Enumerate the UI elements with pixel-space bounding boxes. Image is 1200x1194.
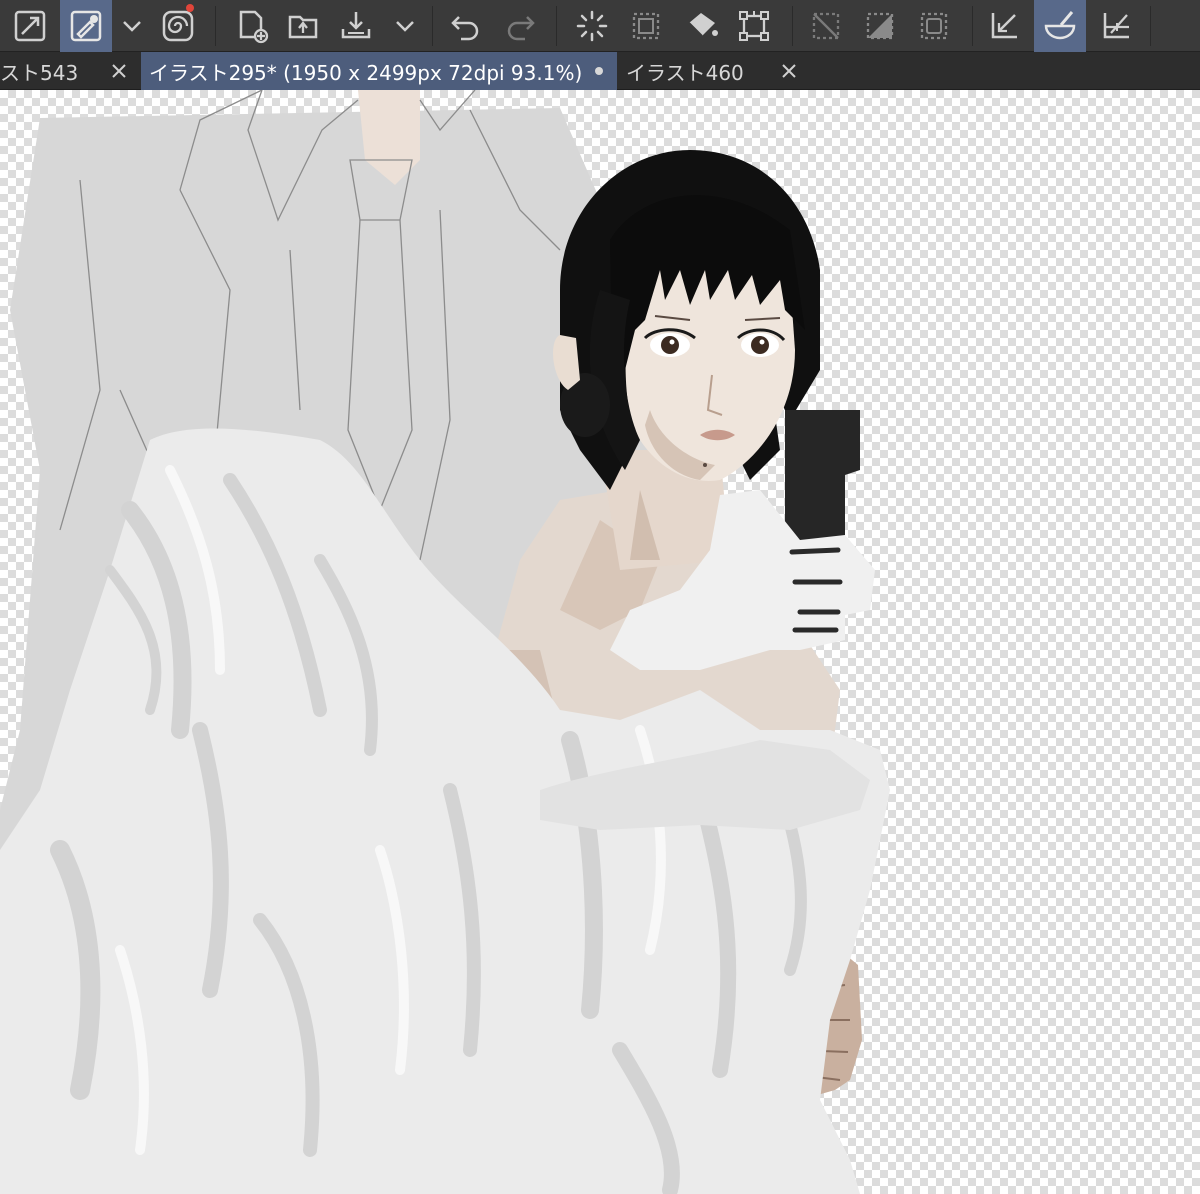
toolbar-divider	[1150, 6, 1151, 46]
resize-icon[interactable]	[4, 0, 56, 52]
tab-label: イラスト295* (1950 x 2499px 72dpi 93.1%)	[149, 60, 583, 85]
toolbar-divider	[972, 6, 973, 46]
toolbar-divider	[792, 6, 793, 46]
tab-illust-543[interactable]: スト543	[0, 52, 140, 90]
open-folder-icon[interactable]	[278, 0, 330, 52]
illustration-artwork	[0, 90, 890, 1194]
brush-bowl-icon[interactable]	[1034, 0, 1086, 52]
ruler-arrow-icon[interactable]	[978, 0, 1030, 52]
main-toolbar	[0, 0, 1200, 52]
redo-icon[interactable]	[494, 0, 546, 52]
spiral-brush-icon[interactable]	[152, 0, 204, 52]
chevron-down-icon[interactable]	[115, 0, 149, 52]
chevron-down-icon[interactable]	[388, 0, 422, 52]
fill-bucket-icon[interactable]	[676, 0, 728, 52]
tab-illust-460[interactable]: イラスト460	[618, 52, 810, 90]
invert-selection-icon[interactable]	[854, 0, 906, 52]
toolbar-divider	[215, 6, 216, 46]
tab-illust-295[interactable]: イラスト295* (1950 x 2499px 72dpi 93.1%)	[141, 52, 617, 90]
tab-label: イラスト460	[626, 60, 744, 85]
close-icon[interactable]	[108, 52, 130, 90]
perspective-ruler-icon[interactable]	[1090, 0, 1142, 52]
undo-icon[interactable]	[440, 0, 492, 52]
save-icon[interactable]	[330, 0, 382, 52]
unsaved-dot-icon	[595, 67, 603, 75]
notification-badge	[186, 4, 194, 12]
loading-spinner-icon[interactable]	[566, 0, 618, 52]
eyedropper-pen-icon[interactable]	[60, 0, 112, 52]
document-tab-bar: スト543 イラスト295* (1950 x 2499px 72dpi 93.1…	[0, 52, 1200, 90]
tab-label: スト543	[0, 60, 79, 85]
deselect-icon[interactable]	[800, 0, 852, 52]
drawing-canvas[interactable]	[0, 90, 1200, 1194]
selection-dotted-icon[interactable]	[620, 0, 672, 52]
select-all-icon[interactable]	[908, 0, 960, 52]
transform-icon[interactable]	[728, 0, 780, 52]
toolbar-divider	[556, 6, 557, 46]
new-canvas-icon[interactable]	[226, 0, 278, 52]
close-icon[interactable]	[778, 52, 800, 90]
toolbar-divider	[432, 6, 433, 46]
